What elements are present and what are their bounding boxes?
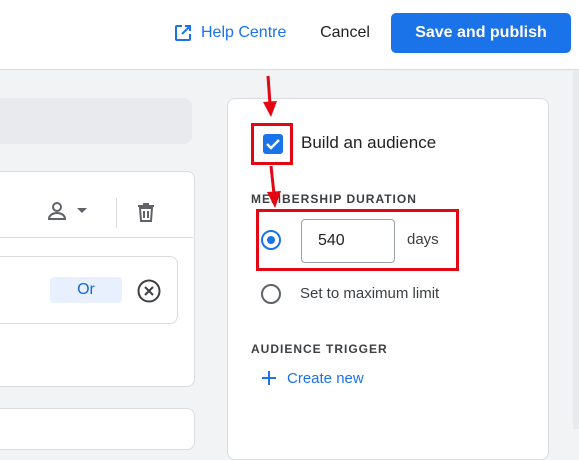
arrow-to-checkbox xyxy=(266,75,272,105)
arrow-to-duration xyxy=(269,165,276,195)
arrowhead-checkbox xyxy=(263,101,277,117)
arrowhead-duration xyxy=(267,191,281,208)
annotation-arrows xyxy=(263,75,281,208)
